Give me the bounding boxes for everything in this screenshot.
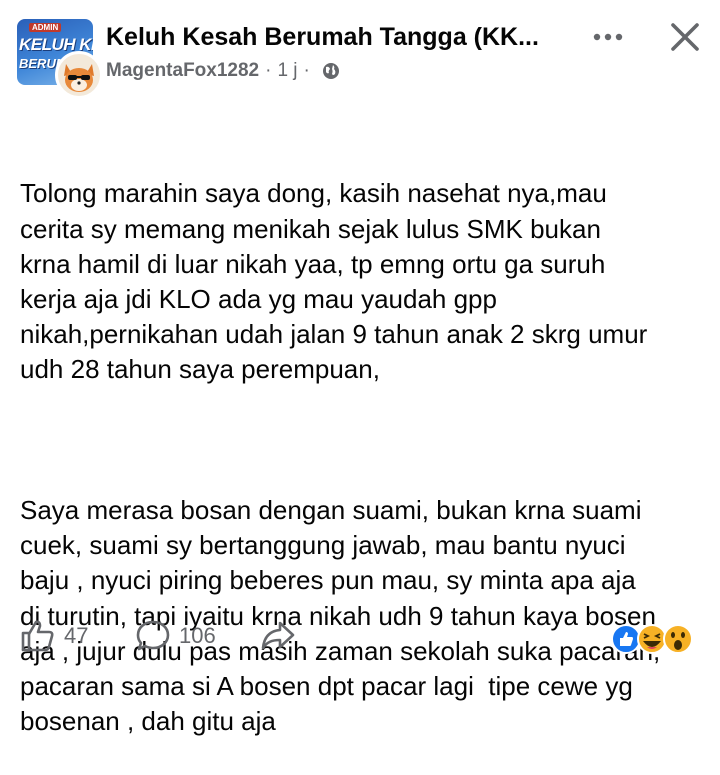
post-time[interactable]: 1 j — [277, 60, 297, 82]
group-title[interactable]: Keluh Kesah Berumah Tangga (KK... — [106, 23, 539, 52]
meta-separator: · — [265, 60, 272, 81]
like-button[interactable]: 47 — [20, 619, 88, 653]
meta-separator: · — [303, 60, 310, 81]
fox-avatar-icon — [64, 64, 94, 92]
post-footer: 47 106 — [0, 615, 720, 665]
haha-reaction-icon — [637, 624, 667, 654]
reactions-summary[interactable] — [610, 623, 698, 655]
globe-icon — [322, 63, 339, 79]
like-reaction-icon — [611, 624, 641, 654]
wow-reaction-icon — [663, 624, 693, 654]
share-button[interactable] — [260, 619, 296, 653]
thumbs-up-icon — [21, 620, 54, 652]
post-paragraph: Tolong marahin saya dong, kasih nasehat … — [20, 178, 648, 385]
post-body: Tolong marahin saya dong, kasih nasehat … — [20, 106, 710, 775]
comment-icon — [136, 620, 170, 651]
share-icon — [261, 621, 295, 650]
comment-button[interactable]: 106 — [135, 619, 216, 653]
like-count: 47 — [64, 623, 89, 648]
group-thumb-badge: ADMIN — [29, 23, 62, 32]
author-name[interactable]: MagentaFox1282 — [106, 60, 259, 82]
post-header: ADMIN KELUH KESAH BERUMAH Keluh Kesah Be… — [0, 0, 720, 100]
more-options-icon[interactable] — [590, 22, 630, 52]
avatar[interactable] — [55, 51, 103, 99]
post-meta: MagentaFox1282 · 1 j · — [106, 60, 340, 82]
comment-count: 106 — [179, 623, 216, 648]
close-icon[interactable] — [666, 18, 704, 56]
